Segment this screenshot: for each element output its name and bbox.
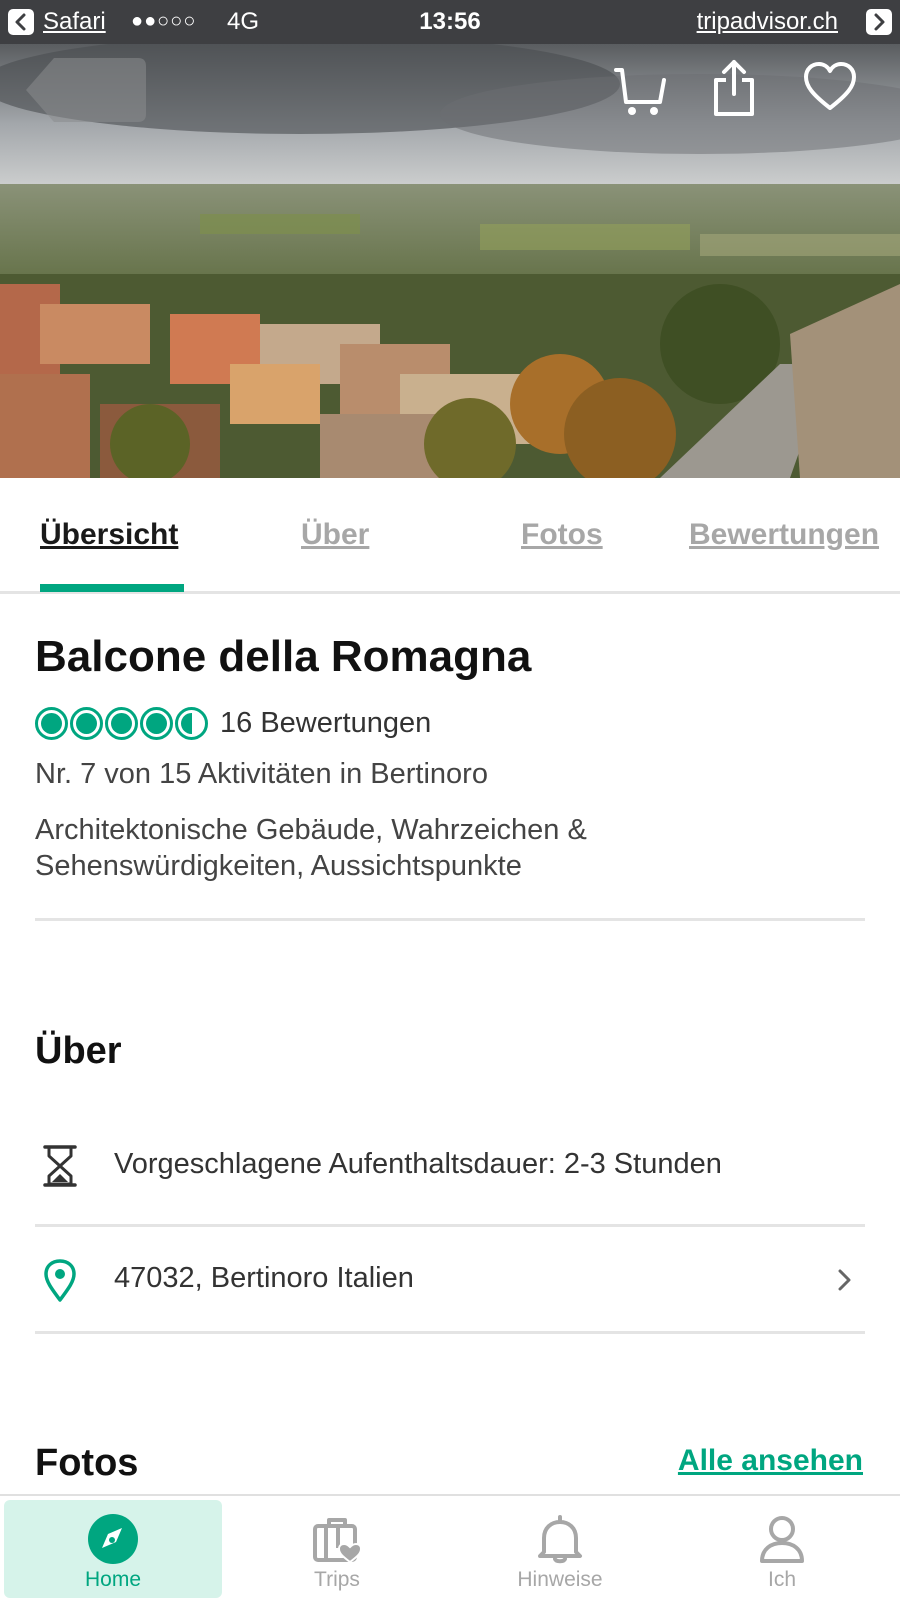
- rating-bubble-fill: [111, 712, 132, 734]
- nav-home-label: Home: [84, 1568, 142, 1591]
- location-pin-icon: [44, 1259, 76, 1302]
- signal-strength: ●●○○○: [131, 10, 197, 32]
- category-list: Architektonische Gebäude, Wahrzeichen & …: [35, 814, 587, 882]
- attraction-title: Balcone della Romagna: [35, 632, 532, 681]
- heart-icon[interactable]: [802, 58, 858, 118]
- hourglass-icon: [43, 1145, 77, 1187]
- see-all-photos-link[interactable]: Alle ansehen: [678, 1444, 863, 1478]
- tab-uebersicht[interactable]: Übersicht: [40, 518, 178, 552]
- rating-bubble: [140, 706, 173, 740]
- browser-url[interactable]: tripadvisor.ch: [697, 8, 838, 36]
- rating-bubble-fill: [181, 712, 192, 734]
- compass-icon: [88, 1514, 138, 1564]
- divider: [35, 1331, 865, 1334]
- rating-bubble-fill: [76, 712, 97, 734]
- active-tab-indicator: [40, 584, 184, 592]
- rating-row[interactable]: 16 Bewertungen: [35, 704, 431, 742]
- review-count[interactable]: 16 Bewertungen: [220, 707, 431, 740]
- cart-icon[interactable]: [612, 58, 668, 118]
- back-icon[interactable]: [26, 58, 146, 122]
- divider: [35, 1224, 865, 1227]
- rating-bubble: [70, 706, 103, 740]
- tab-fotos[interactable]: Fotos: [521, 518, 603, 552]
- person-icon: [760, 1516, 804, 1563]
- rating-bubble: [105, 706, 138, 740]
- safari-back-icon[interactable]: [8, 9, 34, 35]
- hero-photo[interactable]: [0, 44, 900, 478]
- photos-heading: Fotos: [35, 1442, 139, 1484]
- nav-home[interactable]: Home: [4, 1500, 222, 1598]
- rating-bubble-fill: [146, 712, 167, 734]
- section-tabs: Übersicht Über Fotos Bewertungen: [0, 478, 900, 594]
- tab-ueber[interactable]: Über: [301, 518, 369, 552]
- divider: [35, 918, 865, 921]
- duration-row: Vorgeschlagene Aufenthaltsdauer: 2-3 Stu…: [35, 1126, 865, 1206]
- nav-trips[interactable]: Trips: [228, 1500, 446, 1598]
- rating-bubble-fill: [41, 712, 62, 734]
- bottom-nav: Home Trips Hinweise Ich: [0, 1494, 900, 1600]
- nav-ich-label: Ich: [767, 1568, 796, 1591]
- rating-bubble: [175, 706, 208, 740]
- chevron-right-icon: [838, 1269, 851, 1291]
- safari-forward-icon[interactable]: [866, 9, 892, 35]
- bell-icon: [538, 1515, 582, 1564]
- suitcase-heart-icon: [313, 1518, 362, 1564]
- share-icon[interactable]: [706, 58, 762, 118]
- status-bar: Safari ●●○○○ 4G 13:56 tripadvisor.ch: [0, 0, 900, 44]
- network-type: 4G: [227, 8, 260, 35]
- rating-bubble: [35, 706, 68, 740]
- suggested-duration: Vorgeschlagene Aufenthaltsdauer: 2-3 Stu…: [114, 1148, 722, 1180]
- address-row[interactable]: 47032, Bertinoro Italien: [35, 1240, 865, 1320]
- address-text[interactable]: 47032, Bertinoro Italien: [114, 1262, 414, 1295]
- tab-bewertungen[interactable]: Bewertungen: [689, 518, 879, 552]
- nav-trips-label: Trips: [314, 1568, 360, 1591]
- rating-bubbles: [35, 706, 210, 740]
- ranking-text: Nr. 7 von 15 Aktivitäten in Bertinoro: [35, 758, 488, 790]
- nav-ich[interactable]: Ich: [673, 1500, 891, 1598]
- nav-hinweise[interactable]: Hinweise: [451, 1500, 669, 1598]
- return-to-app-label[interactable]: Safari: [43, 8, 106, 36]
- about-heading: Über: [35, 1030, 122, 1072]
- nav-hinweise-label: Hinweise: [517, 1568, 603, 1591]
